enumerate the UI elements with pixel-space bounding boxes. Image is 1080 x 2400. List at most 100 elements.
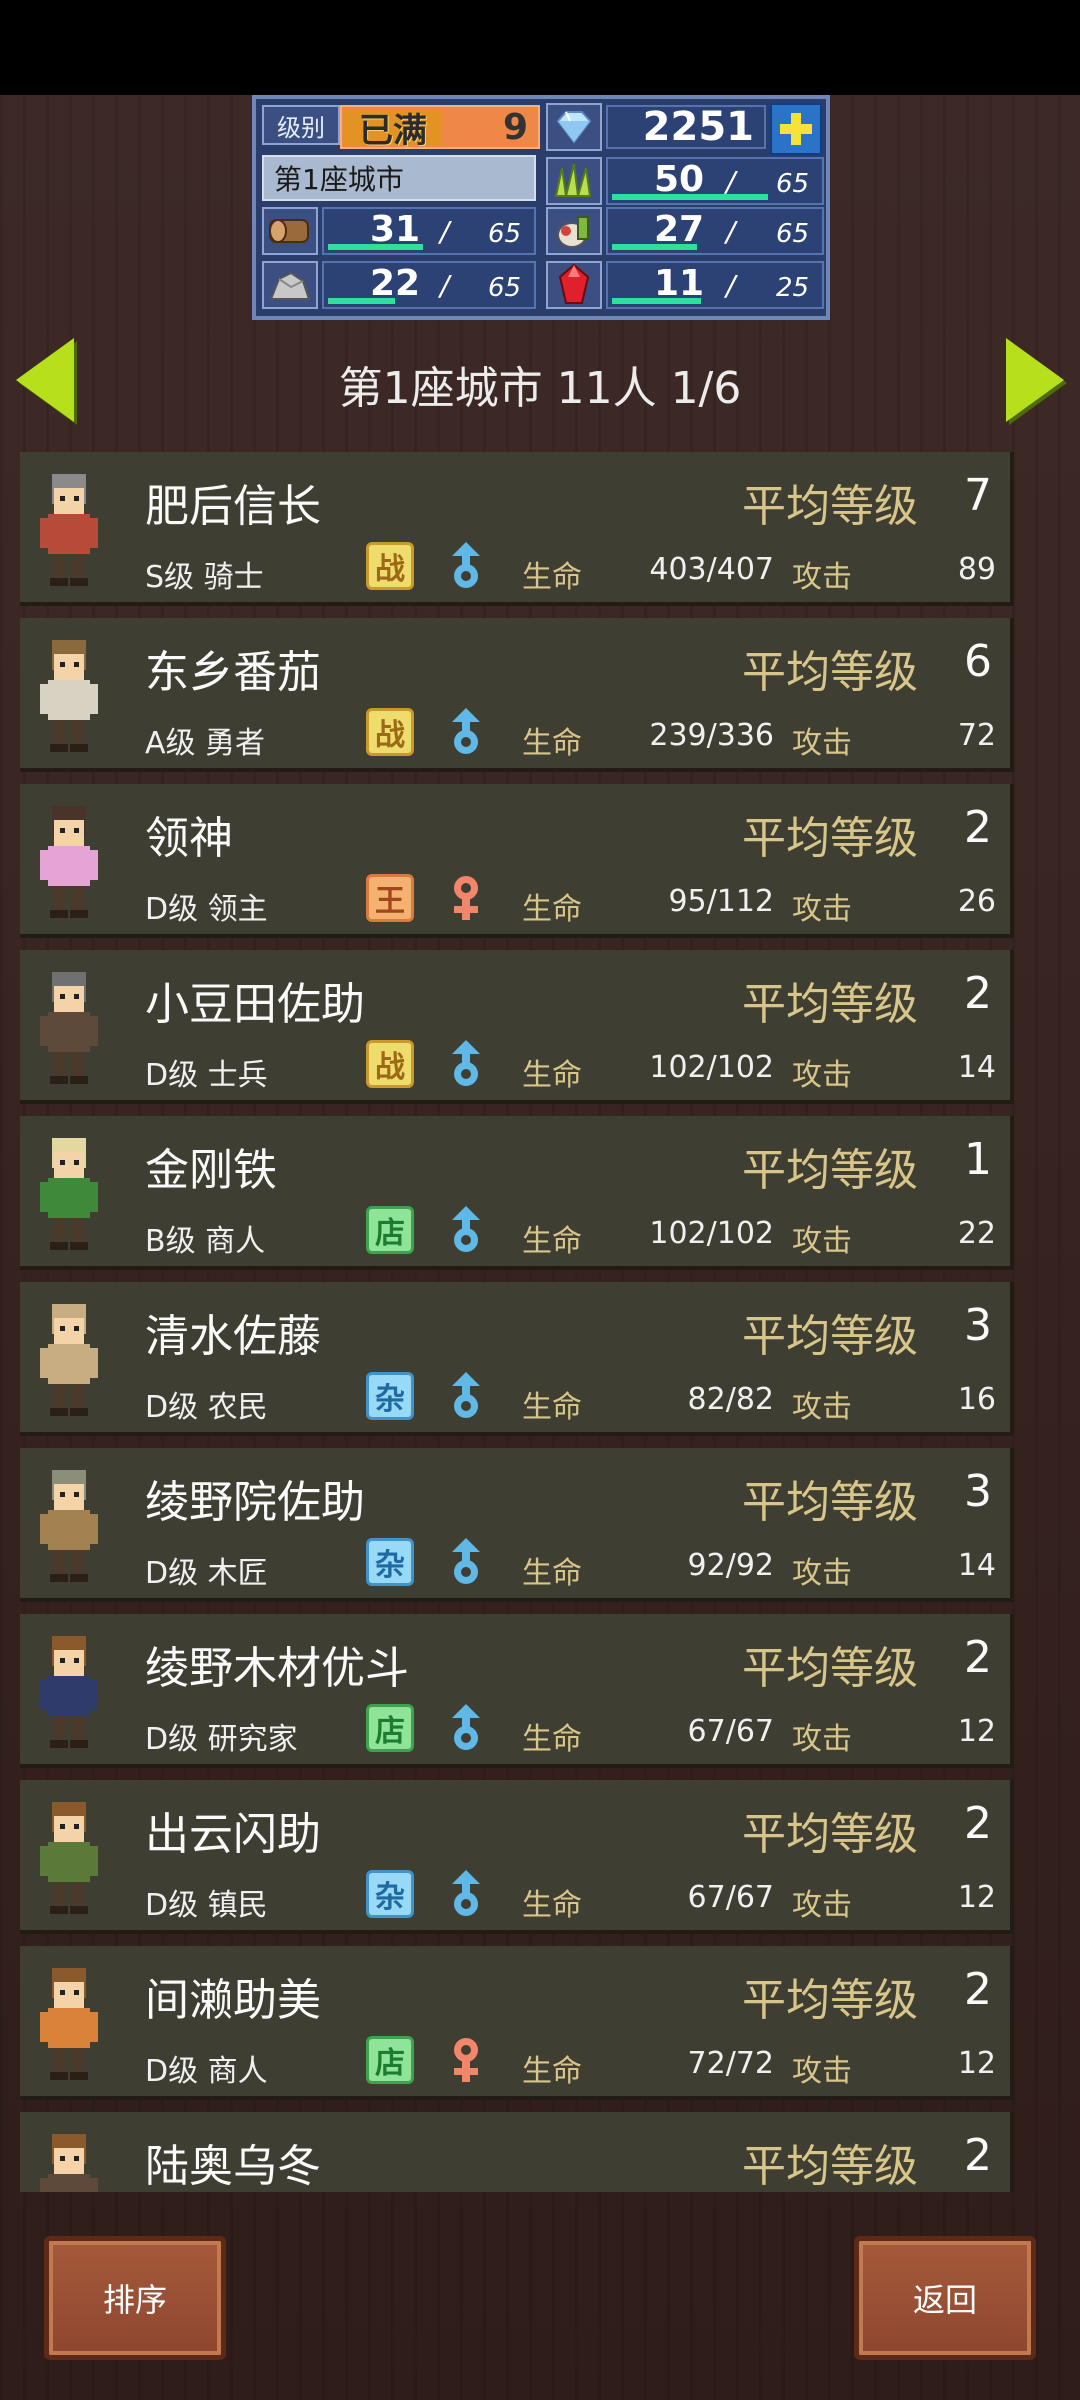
- resident-avatar: [32, 1462, 106, 1588]
- job-badge: 店: [366, 2036, 414, 2084]
- avg-level-value: 2: [964, 968, 992, 1019]
- job-badge: 杂: [366, 1870, 414, 1918]
- resident-rank: D级 农民: [145, 1390, 268, 1425]
- hp-value: 239/336: [649, 718, 774, 753]
- resident-avatar: [32, 1960, 106, 2086]
- hp-label: 生命: [522, 560, 582, 595]
- city-name: 第1座城市: [262, 155, 536, 201]
- avg-level-value: 3: [964, 1300, 992, 1351]
- ore-max: 65: [488, 273, 522, 303]
- resident-avatar: [32, 466, 106, 592]
- gender-symbol: [446, 1038, 486, 1090]
- plus-icon: [780, 113, 812, 145]
- job-badge: 战: [366, 708, 414, 756]
- avg-level-value: 2: [964, 1632, 992, 1683]
- atk-value: 12: [957, 2046, 996, 2081]
- resident-card[interactable]: 陆奥乌冬 平均等级 2: [20, 2112, 1014, 2192]
- hp-label: 生命: [522, 1722, 582, 1757]
- hp-value: 67/67: [687, 1714, 774, 1749]
- atk-label: 攻击: [792, 1722, 852, 1757]
- gender-symbol: [446, 1204, 486, 1256]
- food-fill: [612, 244, 697, 250]
- resident-card[interactable]: 间濑助美 平均等级 2 D级 商人 店 生命 72/72 攻击 12: [20, 1946, 1014, 2100]
- resident-list[interactable]: 肥后信长 平均等级 7 S级 骑士战生命 403/407 攻击 89 东乡番茄 平均等级 6 A级 …: [20, 452, 1014, 2192]
- job-badge: 战: [366, 542, 414, 590]
- male-icon: [452, 1372, 480, 1418]
- resident-card[interactable]: 领神 平均等级 2 D级 领主 王 生命 95/112 攻击 26: [20, 784, 1014, 938]
- wood-log-icon: [262, 207, 318, 255]
- back-button[interactable]: 返回: [854, 2236, 1036, 2360]
- resident-avatar: [32, 964, 106, 1090]
- hp-value: 82/82: [687, 1382, 774, 1417]
- grass-bar: 50 / 65: [606, 157, 824, 205]
- avg-level-label: 平均等级: [742, 481, 918, 532]
- grass-max: 65: [776, 169, 810, 199]
- resident-avatar: [32, 632, 106, 758]
- atk-label: 攻击: [792, 1058, 852, 1093]
- atk-label: 攻击: [792, 1556, 852, 1591]
- resident-card[interactable]: 清水佐藤 平均等级 3 D级 农民 杂 生命 82/82 攻击 16: [20, 1282, 1014, 1436]
- hp-label: 生命: [522, 1390, 582, 1425]
- next-page-arrow-icon[interactable]: [1006, 338, 1064, 422]
- resident-name: 金刚铁: [145, 1145, 277, 1196]
- resident-card[interactable]: 出云闪助 平均等级 2 D级 镇民 杂 生命 67/67 攻击 12: [20, 1780, 1014, 1934]
- avg-level-value: 7: [964, 470, 992, 521]
- resident-card[interactable]: 肥后信长 平均等级 7 S级 骑士 战 生命 403/407 攻击 89: [20, 452, 1014, 606]
- resident-card[interactable]: 绫野院佐助 平均等级 3 D级 木匠 杂 生命 92/92 攻击 14: [20, 1448, 1014, 1602]
- resident-name: 清水佐藤: [145, 1311, 321, 1362]
- add-gems-button[interactable]: [770, 103, 822, 155]
- sort-button[interactable]: 排序: [44, 2236, 226, 2360]
- resident-name: 绫野木材优斗: [145, 1643, 409, 1694]
- ore-bar: 22 / 65: [322, 261, 536, 309]
- resident-card[interactable]: 东乡番茄 平均等级 6 A级 勇者 战 生命 239/336 攻击 72: [20, 618, 1014, 772]
- female-icon: [454, 2038, 478, 2082]
- resident-rank: B级 商人: [145, 1224, 266, 1259]
- resident-name: 小豆田佐助: [145, 979, 365, 1030]
- avg-level-label: 平均等级: [742, 813, 918, 864]
- female-icon: [454, 876, 478, 920]
- avg-level-value: 2: [964, 1964, 992, 2015]
- hp-label: 生命: [522, 1058, 582, 1093]
- resident-rank: D级 领主: [145, 892, 268, 927]
- wood-max: 65: [488, 219, 522, 249]
- male-icon: [452, 708, 480, 754]
- wood-bar: 31 / 65: [322, 207, 536, 255]
- resident-card[interactable]: 金刚铁 平均等级 1 B级 商人 店 生命 102/102 攻击 22: [20, 1116, 1014, 1270]
- gender-symbol: [446, 2034, 486, 2086]
- resident-avatar: [32, 2126, 106, 2192]
- avg-level-value: 2: [964, 2130, 992, 2181]
- atk-label: 攻击: [792, 726, 852, 761]
- food-max: 65: [776, 219, 810, 249]
- level-label: 级别: [262, 105, 340, 145]
- resident-card[interactable]: 绫野木材优斗 平均等级 2 D级 研究家 店 生命 67/67 攻击 12: [20, 1614, 1014, 1768]
- resident-rank: A级 勇者: [145, 726, 266, 761]
- atk-value: 12: [957, 1880, 996, 1915]
- atk-label: 攻击: [792, 892, 852, 927]
- atk-label: 攻击: [792, 2054, 852, 2089]
- atk-label: 攻击: [792, 1390, 852, 1425]
- job-badge: 王: [366, 874, 414, 922]
- atk-value: 89: [957, 552, 996, 587]
- diamond-icon: [546, 103, 602, 151]
- hp-label: 生命: [522, 2054, 582, 2089]
- avg-level-label: 平均等级: [742, 1809, 918, 1860]
- resident-avatar: [32, 1628, 106, 1754]
- avg-level-value: 6: [964, 636, 992, 687]
- resident-name: 间濑助美: [145, 1975, 321, 2026]
- resident-avatar: [32, 1794, 106, 1920]
- atk-label: 攻击: [792, 1888, 852, 1923]
- prev-page-arrow-icon[interactable]: [16, 338, 74, 422]
- hp-value: 102/102: [649, 1050, 774, 1085]
- avg-level-value: 2: [964, 802, 992, 853]
- resident-avatar: [32, 1296, 106, 1422]
- hp-value: 67/67: [687, 1880, 774, 1915]
- avg-level-label: 平均等级: [742, 979, 918, 1030]
- male-icon: [452, 1538, 480, 1584]
- ore-icon: [262, 261, 318, 309]
- male-icon: [452, 1870, 480, 1916]
- avg-level-label: 平均等级: [742, 2141, 918, 2192]
- resident-rank: S级 骑士: [145, 560, 264, 595]
- resident-rank: D级 木匠: [145, 1556, 268, 1591]
- atk-label: 攻击: [792, 560, 852, 595]
- resident-card[interactable]: 小豆田佐助 平均等级 2 D级 士兵 战 生命 102/102 攻击 14: [20, 950, 1014, 1104]
